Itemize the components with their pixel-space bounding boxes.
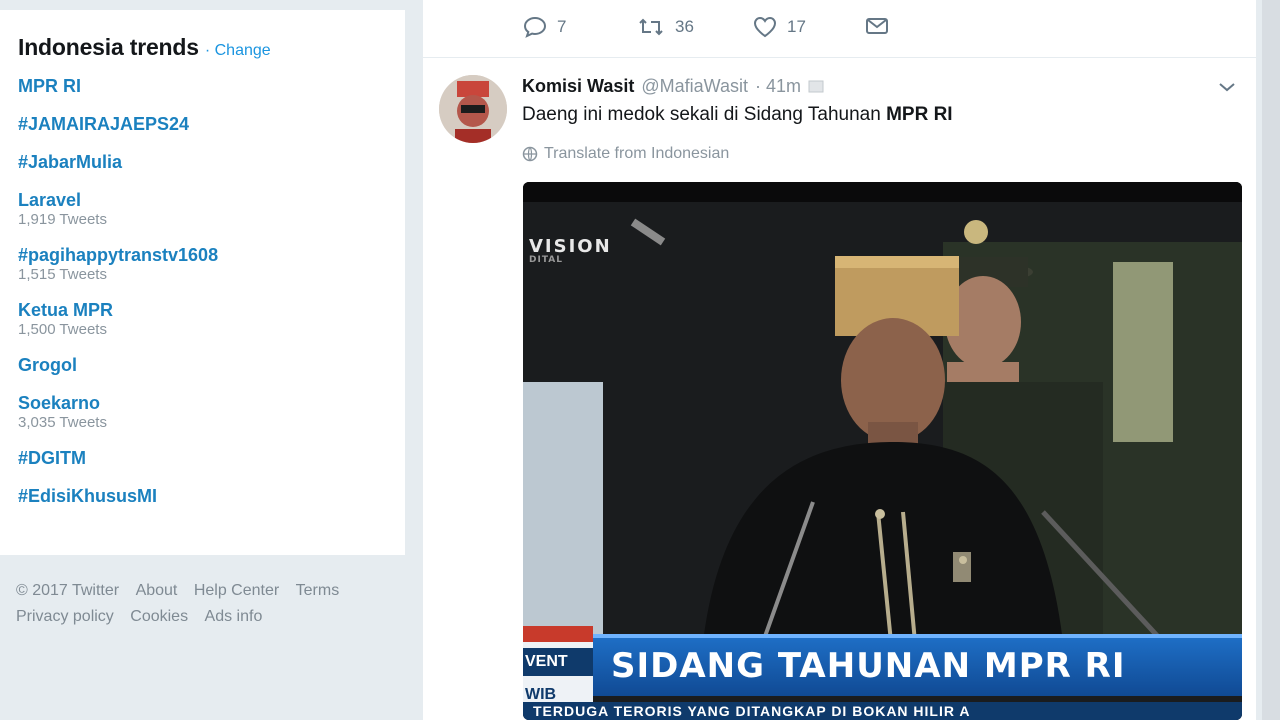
trend-item[interactable]: MPR RI [18, 73, 387, 99]
trend-tweet-count: 1,500 Tweets [18, 321, 107, 338]
translate-label: Translate from Indonesian [544, 145, 730, 162]
tweet-stream: 7 36 17 Komisi Wasit @MafiaWasit · 41m D… [423, 0, 1256, 720]
trend-item[interactable]: #EdisiKhususMI [18, 483, 387, 509]
prev-tweet-actions: 7 36 17 [423, 0, 1256, 58]
trend-name[interactable]: Grogol [18, 352, 387, 378]
footer-privacy-link[interactable]: Privacy policy [16, 604, 114, 630]
tweet-options-button[interactable] [1218, 80, 1236, 98]
ticker-left-panel: VENT WIB [523, 626, 593, 708]
tweet-header: Komisi Wasit @MafiaWasit · 41m [522, 76, 824, 97]
direct-message-button[interactable] [865, 16, 889, 36]
news-ticker: TERDUGA TERORIS YANG DITANGKAP DI BOKAN … [523, 702, 1242, 720]
trend-tweet-count: 1,515 Tweets [18, 266, 107, 283]
tweet-media-image[interactable]: VISION DITAL VENT WIB SIDANG TAHUNAN MPR… [523, 182, 1242, 720]
globe-icon [522, 146, 538, 162]
event-label: VENT [523, 648, 593, 676]
channel-logo-text: VISION [529, 236, 612, 257]
trend-item[interactable]: #pagihappytranstv1608 1,515 Tweets [18, 242, 387, 285]
tweet-text-hashtag[interactable]: MPR RI [886, 104, 953, 125]
footer-about-link[interactable]: About [136, 578, 178, 604]
tweet-timestamp[interactable]: · 41m [755, 76, 801, 97]
trend-item[interactable]: Grogol [18, 352, 387, 378]
trend-item[interactable]: Soekarno 3,035 Tweets [18, 390, 387, 433]
headline-banner: SIDANG TAHUNAN MPR RI [593, 634, 1242, 696]
headline-text: SIDANG TAHUNAN MPR RI [611, 646, 1126, 686]
like-count: 17 [787, 17, 806, 36]
change-location-link[interactable]: · Change [205, 42, 271, 60]
trend-item[interactable]: Laravel 1,919 Tweets [18, 187, 387, 230]
tweet-text: Daeng ini medok sekali di Sidang Tahunan… [522, 104, 953, 126]
device-icon [808, 80, 824, 92]
tweet-author-handle[interactable]: @MafiaWasit [641, 76, 748, 97]
trend-name[interactable]: #JabarMulia [18, 149, 387, 175]
trends-title: Indonesia trends [18, 34, 199, 60]
retweet-count: 36 [675, 17, 694, 36]
reply-icon [523, 16, 547, 38]
retweet-icon [639, 18, 663, 36]
footer-cookies-link[interactable]: Cookies [130, 604, 188, 630]
heart-icon [753, 16, 777, 38]
footer-ads-info-link[interactable]: Ads info [205, 604, 263, 630]
footer-copyright: © 2017 Twitter [16, 582, 120, 599]
retweet-button[interactable]: 36 [637, 16, 694, 38]
tweet[interactable]: Komisi Wasit @MafiaWasit · 41m Daeng ini… [423, 60, 1256, 720]
reply-button[interactable]: 7 [523, 16, 566, 38]
trend-item[interactable]: #JabarMulia [18, 149, 387, 175]
trend-tweet-count: 1,919 Tweets [18, 211, 107, 228]
trend-tweet-count: 3,035 Tweets [18, 414, 107, 431]
trends-panel: Indonesia trends · Change MPR RI #JAMAIRA… [0, 10, 405, 555]
envelope-icon [866, 18, 888, 34]
trend-name[interactable]: #EdisiKhususMI [18, 483, 387, 509]
reply-count: 7 [557, 17, 567, 36]
footer-help-center-link[interactable]: Help Center [194, 578, 279, 604]
trend-item[interactable]: Ketua MPR 1,500 Tweets [18, 297, 387, 340]
channel-logo: VISION DITAL [529, 236, 612, 265]
trend-name[interactable]: #DGITM [18, 445, 387, 471]
chevron-down-icon [1219, 83, 1235, 92]
right-scroll-edge [1262, 0, 1280, 720]
trends-header: Indonesia trends · Change [18, 34, 387, 61]
trend-item[interactable]: #JAMAIRAJAEPS24 [18, 111, 387, 137]
footer-terms-link[interactable]: Terms [296, 578, 340, 604]
tweet-text-main: Daeng ini medok sekali di Sidang Tahunan [522, 104, 887, 125]
trend-list: MPR RI #JAMAIRAJAEPS24 #JabarMulia Laravel 1… [18, 73, 387, 509]
translate-link[interactable]: Translate from Indonesian [522, 145, 729, 163]
red-bar [523, 626, 593, 642]
trend-item[interactable]: #DGITM [18, 445, 387, 471]
trend-name[interactable]: #JAMAIRAJAEPS24 [18, 111, 387, 137]
trend-name[interactable]: MPR RI [18, 73, 387, 99]
avatar[interactable] [439, 75, 507, 143]
site-footer: © 2017 Twitter About Help Center Terms P… [16, 578, 396, 630]
like-button[interactable]: 17 [753, 16, 806, 38]
tweet-author-name[interactable]: Komisi Wasit [522, 76, 634, 97]
